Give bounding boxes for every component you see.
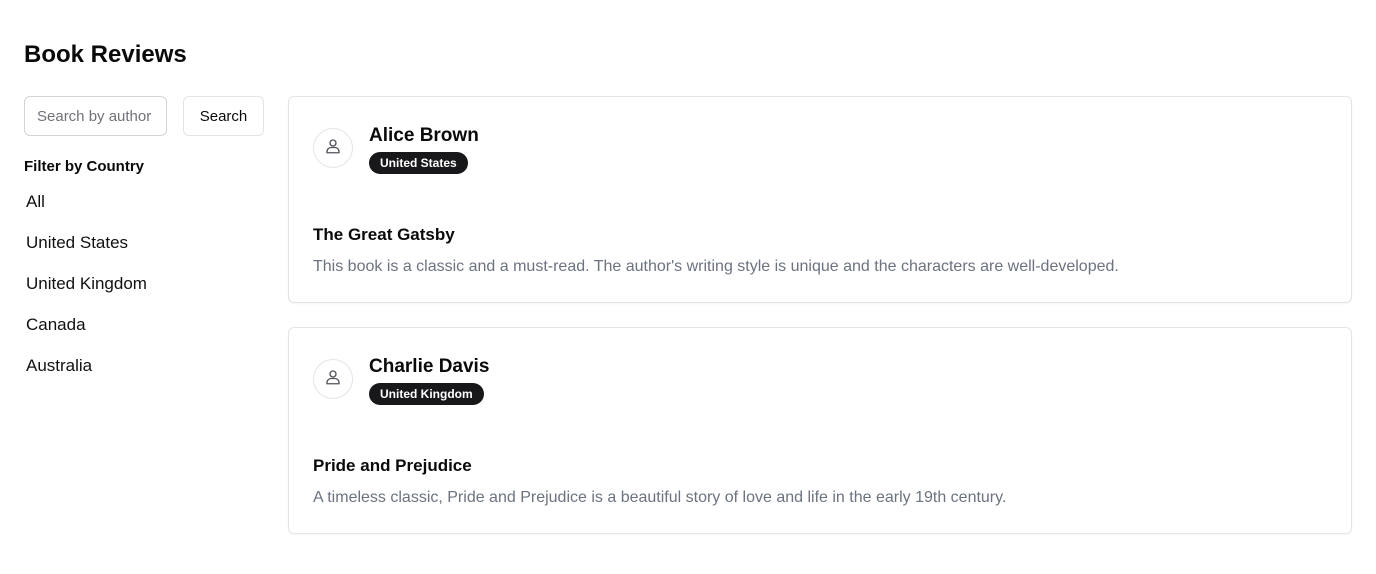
avatar [313, 359, 353, 399]
reviewer-name: Charlie Davis [369, 356, 490, 377]
filter-option-united-kingdom[interactable]: United Kingdom [24, 266, 147, 307]
search-input[interactable] [24, 96, 167, 136]
country-badge: United States [369, 152, 468, 174]
filter-heading: Filter by Country [24, 158, 145, 175]
book-title: The Great Gatsby [313, 225, 455, 244]
country-badge: United Kingdom [369, 383, 484, 405]
user-icon [324, 137, 342, 160]
filter-option-canada[interactable]: Canada [24, 307, 147, 348]
review-text: This book is a classic and a must-read. … [313, 258, 1119, 275]
search-button[interactable]: Search [183, 96, 264, 136]
filter-option-australia[interactable]: Australia [24, 348, 147, 389]
page-title: Book Reviews [24, 41, 187, 68]
book-title: Pride and Prejudice [313, 456, 472, 475]
filter-option-united-states[interactable]: United States [24, 225, 147, 266]
filter-option-all[interactable]: All [24, 184, 147, 225]
reviewer-name: Alice Brown [369, 125, 479, 146]
review-card: Charlie Davis United Kingdom Pride and P… [288, 327, 1352, 534]
country-filter-list: All United States United Kingdom Canada … [24, 184, 147, 389]
review-card: Alice Brown United States The Great Gats… [288, 96, 1352, 303]
review-text: A timeless classic, Pride and Prejudice … [313, 489, 1007, 506]
user-icon [324, 368, 342, 391]
avatar [313, 128, 353, 168]
